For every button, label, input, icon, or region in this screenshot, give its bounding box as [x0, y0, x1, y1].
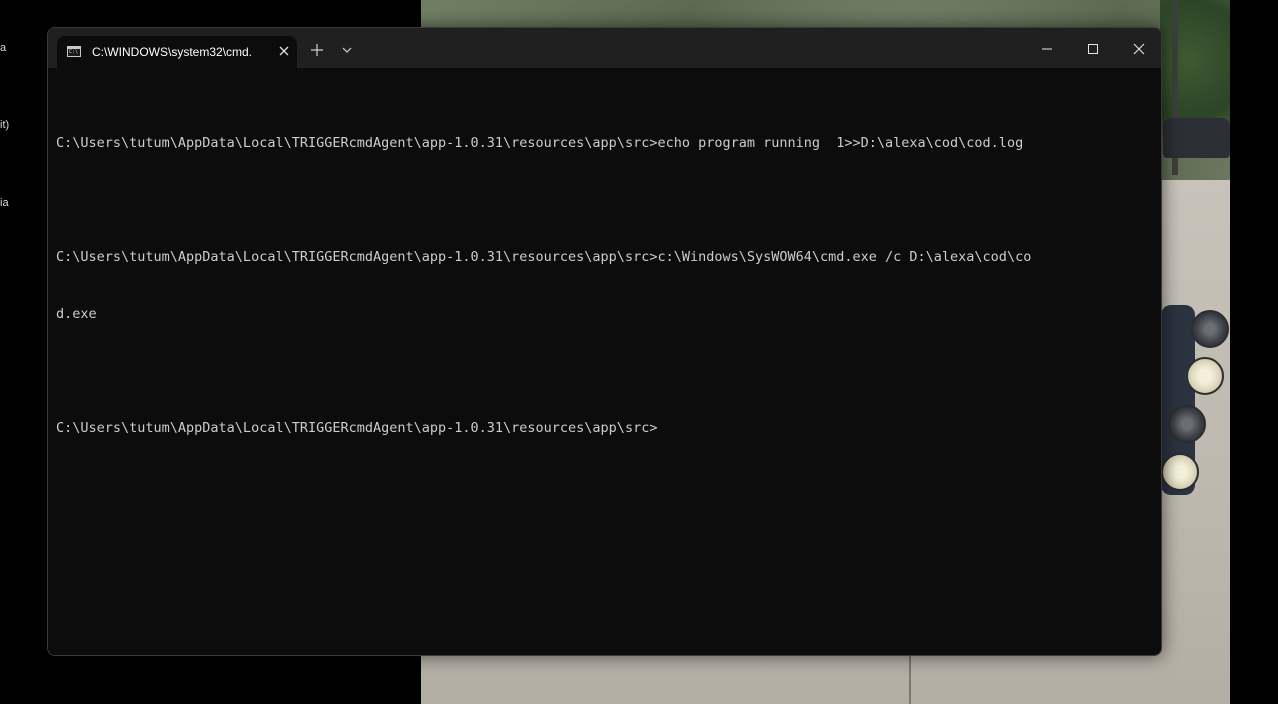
desktop-edge-label: it)	[0, 119, 10, 131]
tab-cmd[interactable]: C:\WINDOWS\system32\cmd.	[57, 36, 297, 69]
desktop-edge-label: a	[0, 42, 7, 54]
skate-wheel	[1191, 310, 1229, 348]
close-icon	[279, 46, 289, 56]
plus-icon	[311, 44, 323, 56]
cmd-icon	[67, 46, 81, 57]
chevron-down-icon	[342, 47, 352, 53]
skate-wheel	[1186, 357, 1224, 395]
console-line: d.exe	[56, 306, 97, 322]
minimize-icon	[1042, 48, 1052, 50]
close-icon	[1133, 43, 1145, 55]
console-line: C:\Users\tutum\AppData\Local\TRIGGERcmdA…	[56, 135, 1024, 151]
console-line: C:\Users\tutum\AppData\Local\TRIGGERcmdA…	[56, 249, 1032, 265]
title-bar[interactable]: C:\WINDOWS\system32\cmd.	[48, 28, 1161, 69]
skate-wheel	[1161, 453, 1199, 491]
new-tab-button[interactable]	[306, 39, 328, 61]
tab-dropdown-button[interactable]	[336, 39, 358, 61]
console-prompt: C:\Users\tutum\AppData\Local\TRIGGERcmdA…	[56, 420, 658, 436]
minimize-button[interactable]	[1023, 28, 1069, 68]
tab-title: C:\WINDOWS\system32\cmd.	[92, 45, 253, 59]
skate-wheel	[1168, 405, 1206, 443]
pavement-crack	[909, 655, 911, 704]
terminal-window[interactable]: C:\WINDOWS\system32\cmd.	[47, 27, 1162, 656]
maximize-icon	[1088, 44, 1098, 54]
inline-skate	[1161, 305, 1230, 500]
close-window-button[interactable]	[1115, 28, 1161, 68]
desktop-edge-label: ia	[0, 197, 9, 209]
parked-car	[1163, 118, 1230, 158]
close-tab-button[interactable]	[275, 42, 293, 60]
maximize-button[interactable]	[1069, 28, 1115, 68]
console-output[interactable]: C:\Users\tutum\AppData\Local\TRIGGERcmdA…	[56, 96, 1156, 476]
